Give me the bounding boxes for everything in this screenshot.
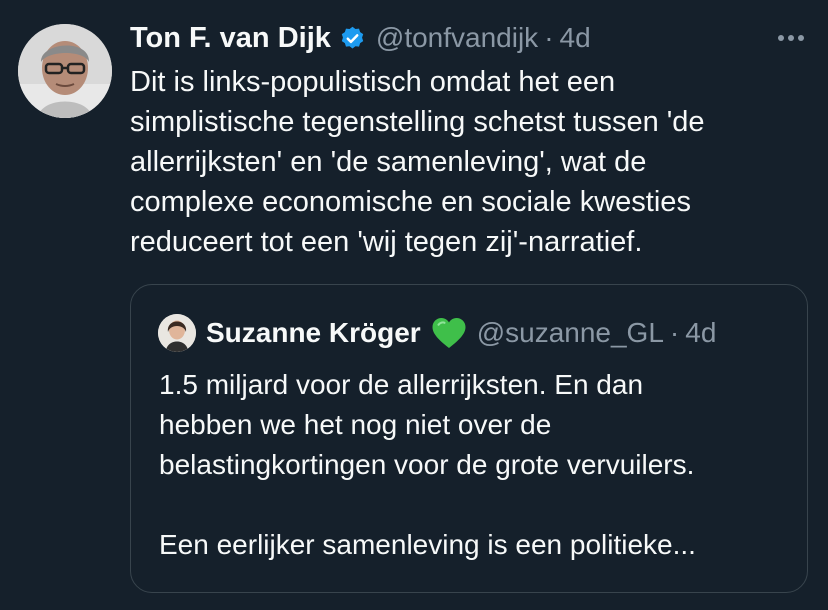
quoted-tweet-text: 1.5 miljard voor de allerrijksten. En da…	[159, 365, 789, 565]
quoted-text-line	[159, 485, 789, 525]
author-handle[interactable]: @tonfvandijk	[376, 22, 538, 54]
tweet-timestamp[interactable]: 4d	[560, 22, 591, 54]
tweet-text-line: complexe economische en sociale kwesties	[130, 186, 691, 218]
tweet-text-line: allerrijksten' en 'de samenleving', wat …	[130, 146, 647, 178]
quoted-text-line: belastingkortingen voor de grote vervuil…	[159, 449, 695, 480]
tweet-header: Ton F. van Dijk @tonfvandijk · 4d	[130, 18, 591, 58]
quoted-text-line: Een eerlijker samenleving is een politie…	[159, 529, 696, 560]
more-options-icon[interactable]	[776, 30, 806, 41]
tweet-text: Dit is links-populistisch omdat het een …	[130, 62, 810, 262]
verified-badge-icon	[339, 25, 366, 52]
quoted-author-name[interactable]: Suzanne Kröger	[206, 317, 421, 349]
tweet-card: Ton F. van Dijk @tonfvandijk · 4d Dit is…	[0, 0, 828, 610]
green-heart-icon	[431, 316, 467, 350]
author-avatar[interactable]	[18, 24, 112, 118]
quoted-tweet[interactable]: Suzanne Kröger @suzanne_GL · 4d 1.5 milj…	[130, 284, 808, 593]
tweet-text-line: Dit is links-populistisch omdat het een	[130, 66, 616, 98]
quoted-text-line: hebben we het nog niet over de	[159, 409, 552, 440]
separator-dot: ·	[669, 317, 680, 348]
author-name[interactable]: Ton F. van Dijk	[130, 22, 331, 55]
quoted-tweet-header: Suzanne Kröger @suzanne_GL · 4d	[158, 313, 716, 353]
quoted-author-avatar[interactable]	[158, 314, 196, 352]
quoted-author-handle[interactable]: @suzanne_GL	[477, 317, 664, 349]
separator-dot: ·	[544, 22, 554, 53]
quoted-text-line: 1.5 miljard voor de allerrijksten. En da…	[159, 369, 644, 400]
tweet-text-line: reduceert tot een 'wij tegen zij'-narrat…	[130, 226, 643, 258]
quoted-timestamp[interactable]: 4d	[685, 317, 716, 349]
tweet-text-line: simplistische tegenstelling schetst tuss…	[130, 106, 705, 138]
